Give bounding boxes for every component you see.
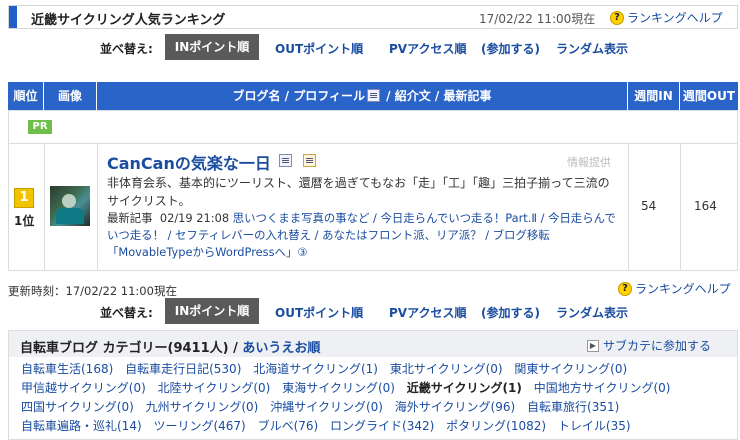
feed-icon[interactable] xyxy=(303,154,316,167)
weekly-in-value: 54 xyxy=(641,199,657,213)
category-link[interactable]: ブルベ(76) xyxy=(258,419,319,433)
category-link[interactable]: 自転車遍路・巡礼(14) xyxy=(21,419,142,433)
col-blog-label: ブログ名 / プロフィール xyxy=(232,89,366,103)
ranking-help-link[interactable]: ? ランキングヘルプ xyxy=(610,9,723,26)
col-weekly-out: 週間OUT xyxy=(682,89,736,103)
category-link[interactable]: 沖縄サイクリング(0) xyxy=(270,400,383,414)
category-title: 自転車ブログ カテゴリー(9411人) / あいうえお順 xyxy=(20,337,320,356)
category-link[interactable]: 東海サイクリング(0) xyxy=(282,381,395,395)
sort-pv-access[interactable]: PVアクセス順 xyxy=(389,304,466,321)
category-link[interactable]: 近畿サイクリング(1) xyxy=(407,381,522,395)
ranking-help-label: ランキングヘルプ xyxy=(627,11,723,25)
page-title: 近畿サイクリング人気ランキング xyxy=(31,13,226,28)
ranking-help-link-bottom[interactable]: ? ランキングヘルプ xyxy=(618,280,731,297)
pr-badge[interactable]: PR xyxy=(28,120,52,134)
sort-pv-access[interactable]: PVアクセス順 xyxy=(389,40,466,57)
arrow-right-icon: ▶ xyxy=(587,339,599,352)
col-divider xyxy=(628,143,629,271)
question-icon: ? xyxy=(618,281,632,296)
category-link[interactable]: ツーリング(467) xyxy=(153,419,245,433)
category-list: 自転車生活(168) 自転車走行日記(530) 北海道サイクリング(1) 東北サ… xyxy=(21,360,737,436)
blog-title-link[interactable]: CanCanの気楽な一日 xyxy=(107,150,271,174)
avatar-head xyxy=(62,194,76,208)
col-divider xyxy=(44,143,45,271)
sort-label: 並べ替え: xyxy=(100,306,153,320)
category-link[interactable]: 甲信越サイクリング(0) xyxy=(21,381,146,395)
col-divider xyxy=(680,143,681,271)
sort-out-points[interactable]: OUTポイント順 xyxy=(275,40,363,57)
col-image: 画像 xyxy=(44,82,97,110)
category-link[interactable]: 海外サイクリング(96) xyxy=(395,400,515,414)
col-weekly-in: 週間IN xyxy=(628,82,680,110)
sort-out-points[interactable]: OUTポイント順 xyxy=(275,304,363,321)
join-subcategory-link[interactable]: ▶ サブカテに参加する xyxy=(587,337,711,354)
profile-icon[interactable] xyxy=(279,154,292,167)
blog-avatar[interactable] xyxy=(50,186,90,226)
col-blog: ブログ名 / プロフィール / 紹介文 / 最新記事 xyxy=(97,82,628,110)
col-blog-label-rest: / 紹介文 / 最新記事 xyxy=(382,89,492,103)
category-link[interactable]: 北陸サイクリング(0) xyxy=(158,381,271,395)
profile-icon xyxy=(367,89,380,102)
sort-bar-bottom: 並べ替え: INポイント順 OUTポイント順 PVアクセス順 (参加する) ラン… xyxy=(0,298,740,324)
sort-in-points-active[interactable]: INポイント順 xyxy=(165,298,259,324)
info-provided-label: 情報提供 xyxy=(567,156,611,169)
sort-random[interactable]: ランダム表示 xyxy=(556,40,628,57)
category-link[interactable]: ポタリング(1082) xyxy=(446,419,546,433)
category-link[interactable]: 関東サイクリング(0) xyxy=(514,362,627,376)
sort-label: 並べ替え: xyxy=(100,42,153,56)
join-link[interactable]: (参加する) xyxy=(481,40,540,57)
col-divider xyxy=(97,143,98,271)
rank-position: 1位 xyxy=(14,214,35,228)
category-link[interactable]: トレイル(35) xyxy=(558,419,631,433)
category-link[interactable]: ロングライド(342) xyxy=(330,419,434,433)
join-link[interactable]: (参加する) xyxy=(481,304,540,321)
ranking-table-header: 順位 画像 ブログ名 / プロフィール / 紹介文 / 最新記事 週間IN 週間… xyxy=(8,82,738,110)
category-link[interactable]: 自転車生活(168) xyxy=(21,362,113,376)
avatar-body xyxy=(56,208,84,224)
category-link[interactable]: 自転車走行日記(530) xyxy=(125,362,241,376)
sort-in-points-active[interactable]: INポイント順 xyxy=(165,34,259,60)
col-rank: 順位 xyxy=(8,82,44,110)
category-link[interactable]: 中国地方サイクリング(0) xyxy=(534,381,671,395)
category-link[interactable]: 四国サイクリング(0) xyxy=(21,400,134,414)
category-link[interactable]: 北海道サイクリング(1) xyxy=(253,362,378,376)
category-box: 自転車ブログ カテゴリー(9411人) / あいうえお順 ▶ サブカテに参加する… xyxy=(8,330,738,440)
recent-label: 最新記事 xyxy=(107,211,153,225)
category-link[interactable]: 九州サイクリング(0) xyxy=(146,400,259,414)
join-subcategory-label: サブカテに参加する xyxy=(603,339,712,353)
category-title-text: 自転車ブログ カテゴリー(9411人) / xyxy=(20,341,243,356)
recent-date: 02/19 21:08 xyxy=(159,211,230,225)
header-accent-bar xyxy=(9,6,17,28)
ranking-help-label: ランキングヘルプ xyxy=(635,282,731,296)
category-header: 自転車ブログ カテゴリー(9411人) / あいうえお順 ▶ サブカテに参加する xyxy=(9,331,737,357)
blog-description: 非体育会系、基本的にツーリスト、還暦を過ぎてもなお「走」「工」「趣」三拍子揃って… xyxy=(107,176,610,208)
header-timestamp: 17/02/22 11:00現在 xyxy=(479,12,596,26)
weekly-out-value: 164 xyxy=(694,199,717,213)
update-time: 更新時刻：17/02/22 11:00現在 xyxy=(8,284,177,298)
sort-random[interactable]: ランダム表示 xyxy=(556,304,628,321)
recent-posts: 最新記事 02/19 21:08 思いつくまま写真の事など / 今日走らんでいつ… xyxy=(107,210,619,261)
category-link[interactable]: 東北サイクリング(0) xyxy=(390,362,503,376)
sort-bar-top: 並べ替え: INポイント順 OUTポイント順 PVアクセス順 (参加する) ラン… xyxy=(0,34,740,60)
aiueo-order-link[interactable]: あいうえお順 xyxy=(242,341,320,356)
category-link[interactable]: 自転車旅行(351) xyxy=(527,400,619,414)
question-icon: ? xyxy=(610,10,624,25)
rank-crown-icon: 1 xyxy=(14,188,34,208)
